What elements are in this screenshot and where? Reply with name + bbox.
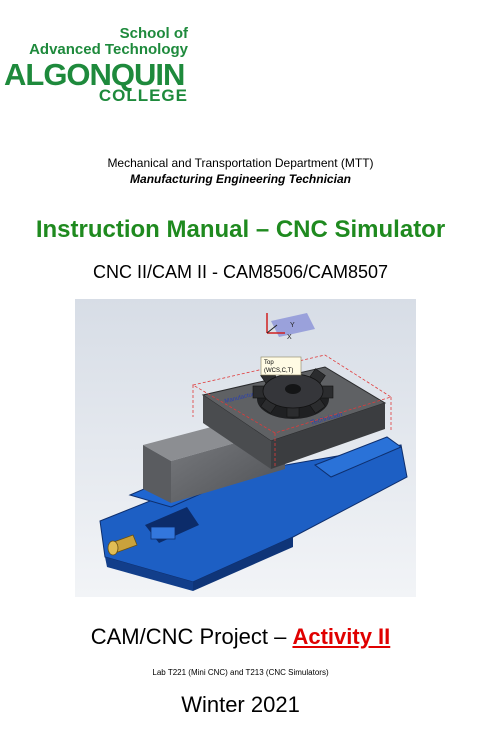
college-word: COLLEGE (98, 86, 188, 105)
project-prefix: CAM/CNC Project – (90, 624, 293, 649)
school-name: School of Advanced Technology (29, 26, 188, 58)
school-line1: School of (119, 25, 188, 42)
algonquin-logo: School of Advanced Technology ALGONQUIN … (4, 26, 194, 108)
department-line: Mechanical and Transportation Department… (107, 156, 374, 170)
lab-line: Lab T221 (Mini CNC) and T213 (CNC Simula… (152, 668, 329, 677)
wcs-name-text: (WCS,C,T) (264, 368, 293, 374)
course-codes: CNC II/CAM II - CAM8506/CAM8507 (92, 262, 389, 282)
manual-title: Instruction Manual – CNC Simulator (35, 216, 446, 243)
activity-label: Activity II (292, 624, 391, 649)
project-title: CAM/CNC Project – Activity II (0, 624, 481, 650)
school-line2: Advanced Technology (29, 41, 188, 58)
cnc-vise-figure: Manufacturing Technician Y X Top (WCS,C,… (75, 299, 416, 597)
program-line: Manufacturing Engineering Technician (130, 172, 351, 186)
axis-x-label: X (287, 334, 292, 341)
term-line: Winter 2021 (181, 692, 300, 717)
axis-y-label: Y (290, 322, 295, 329)
wcs-top-text: Top (264, 360, 274, 366)
wcs-label: Top (WCS,C,T) (260, 356, 302, 376)
